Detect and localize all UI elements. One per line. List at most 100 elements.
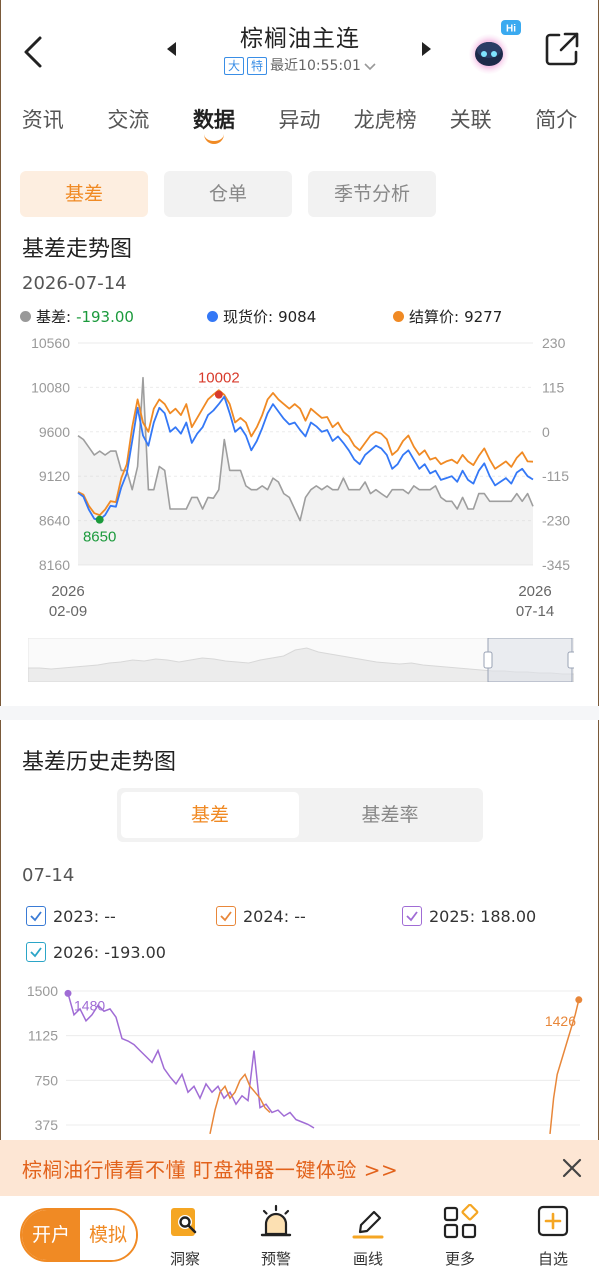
sub-tabs: 基差 仓单 季节分析: [20, 171, 436, 217]
plus-icon: [537, 1205, 569, 1237]
check-icon: [26, 942, 46, 962]
checkbox-2023[interactable]: 2023: --: [26, 906, 116, 926]
nav-more-label: 更多: [444, 1250, 475, 1268]
y-tick-label: 1500: [27, 983, 58, 999]
tab-intro[interactable]: 简介: [513, 98, 599, 146]
bottom-toolbar: 开户 模拟 洞察 预警 画线 更多 自选: [0, 1196, 599, 1278]
legend-basis-value: -193.00: [76, 307, 134, 326]
legend-basis-dot: [20, 311, 31, 322]
year-checkboxes: 2023: -- 2024: -- 2025: 188.00 2026: -19…: [26, 906, 586, 970]
x-tick-label-start-date: 02-09: [49, 603, 87, 620]
chevron-down-icon[interactable]: [364, 61, 376, 71]
basis-history-title: 基差历史走势图: [22, 750, 177, 775]
tab-dragon-tiger[interactable]: 龙虎榜: [342, 98, 428, 146]
close-icon[interactable]: [560, 1156, 584, 1180]
x-tick-label-end-year: 2026: [518, 583, 551, 600]
y-tick-label: 1125: [28, 1028, 58, 1044]
y-right-tick-label: -115: [542, 468, 569, 484]
legend-settle-label: 结算价:: [409, 308, 460, 326]
promo-banner[interactable]: 棕榈油行情看不懂 盯盘神器一键体验 >>: [0, 1140, 599, 1196]
legend-settle-dot: [393, 311, 404, 322]
promo-banner-text[interactable]: 棕榈油行情看不懂 盯盘神器一键体验 >>: [22, 1154, 398, 1183]
y-left-tick-label: 9120: [39, 468, 70, 484]
section-divider: [0, 706, 599, 720]
next-contract-icon[interactable]: [422, 42, 431, 56]
y-right-tick-label: -345: [542, 557, 570, 573]
simulate-button[interactable]: 模拟: [80, 1210, 136, 1260]
series-2024-end-marker: [575, 996, 583, 1004]
tab-data[interactable]: 数据: [171, 98, 257, 146]
grid-icon: [443, 1203, 479, 1239]
basis-history-date: 07-14: [22, 865, 75, 886]
y-right-tick-label: 0: [542, 424, 550, 440]
nav-draw-label: 画线: [352, 1250, 383, 1268]
subtab-warehouse-receipt[interactable]: 仓单: [164, 171, 292, 217]
basis-mode-switch: 基差 基差率: [117, 788, 483, 842]
seg-basis-rate[interactable]: 基差率: [301, 792, 479, 838]
tag-da: 大: [224, 57, 245, 75]
alarm-icon: [260, 1204, 292, 1237]
open-account-button[interactable]: 开户: [22, 1210, 80, 1260]
legend-spot-dot: [207, 311, 218, 322]
basis-history-chart[interactable]: 1500 1125 750 375 1480 1426: [0, 975, 599, 1140]
title-block[interactable]: 棕榈油主连 大 特 最近10:55:01: [160, 22, 440, 86]
max-point-label: 10002: [198, 370, 240, 387]
nav-draw[interactable]: 画线: [333, 1204, 403, 1269]
min-point-label: 8650: [83, 529, 116, 546]
nav-watchlist[interactable]: 自选: [518, 1204, 588, 1269]
basis-trend-chart[interactable]: 10560 10080 9600 9120 8640 8160 230 115 0 -115 -23…: [0, 330, 599, 620]
nav-more[interactable]: 更多: [425, 1203, 495, 1269]
range-navigator[interactable]: [28, 638, 574, 682]
x-tick-label-end-date: 07-14: [516, 603, 554, 620]
series-2025-line: [67, 993, 315, 1129]
app-screen: 棕榈油主连 大 特 最近10:55:01 Hi 资讯 交流 数据 异动 龙虎榜 …: [0, 0, 599, 1278]
insight-icon: [171, 1208, 197, 1236]
basis-legend: 基差: -193.00 现货价: 9084 结算价: 9277: [20, 306, 580, 328]
checkbox-2023-label: 2023: --: [53, 906, 116, 926]
account-pill: 开户 模拟: [20, 1208, 138, 1262]
nav-watchlist-label: 自选: [537, 1250, 568, 1268]
tab-discuss[interactable]: 交流: [86, 98, 172, 146]
subtab-seasonal[interactable]: 季节分析: [308, 171, 436, 217]
header: 棕榈油主连 大 特 最近10:55:01 Hi: [0, 0, 599, 92]
tab-news[interactable]: 资讯: [0, 98, 86, 146]
nav-insight[interactable]: 洞察: [150, 1204, 220, 1269]
legend-settle: 结算价: 9277: [393, 306, 502, 327]
checkbox-2024-label: 2024: --: [243, 906, 306, 926]
robot-badge: Hi: [506, 24, 516, 35]
y-left-tick-label: 10080: [31, 379, 70, 395]
y-left-tick-label: 8160: [39, 557, 70, 573]
basis-area: [78, 377, 533, 565]
top-tabs: 资讯 交流 数据 异动 龙虎榜 关联 简介: [0, 98, 599, 146]
subtab-basis[interactable]: 基差: [20, 171, 148, 217]
checkbox-2026[interactable]: 2026: -193.00: [26, 942, 166, 962]
nav-alarm[interactable]: 预警: [241, 1204, 311, 1269]
checkbox-2024[interactable]: 2024: --: [216, 906, 306, 926]
check-icon: [216, 906, 236, 926]
y-right-tick-label: 230: [542, 335, 566, 351]
back-icon[interactable]: [18, 30, 54, 74]
series-2025-start-marker: [64, 989, 72, 997]
legend-settle-value: 9277: [464, 307, 503, 326]
navigator-window[interactable]: [487, 638, 573, 682]
navigator-handle-left[interactable]: [483, 651, 493, 669]
y-left-tick-label: 9600: [39, 424, 70, 440]
tab-movement[interactable]: 异动: [257, 98, 343, 146]
basis-trend-title: 基差走势图: [22, 237, 133, 262]
seg-basis[interactable]: 基差: [121, 792, 299, 838]
legend-spot-value: 9084: [278, 307, 317, 326]
share-icon[interactable]: [543, 30, 581, 68]
checkbox-2026-label: 2026: -193.00: [53, 942, 166, 962]
y-right-tick-label: 115: [542, 379, 565, 395]
robot-assistant-icon[interactable]: Hi: [465, 18, 521, 74]
nav-insight-label: 洞察: [169, 1250, 200, 1268]
navigator-handle-right[interactable]: [567, 651, 574, 669]
page-title: 棕榈油主连: [240, 26, 360, 52]
min-point-marker: [95, 515, 104, 524]
y-right-tick-label: -230: [542, 513, 570, 529]
legend-basis-label: 基差:: [36, 308, 72, 326]
check-icon: [26, 906, 46, 926]
tab-related[interactable]: 关联: [428, 98, 514, 146]
checkbox-2025[interactable]: 2025: 188.00: [402, 906, 536, 926]
max-point-marker: [214, 390, 223, 399]
